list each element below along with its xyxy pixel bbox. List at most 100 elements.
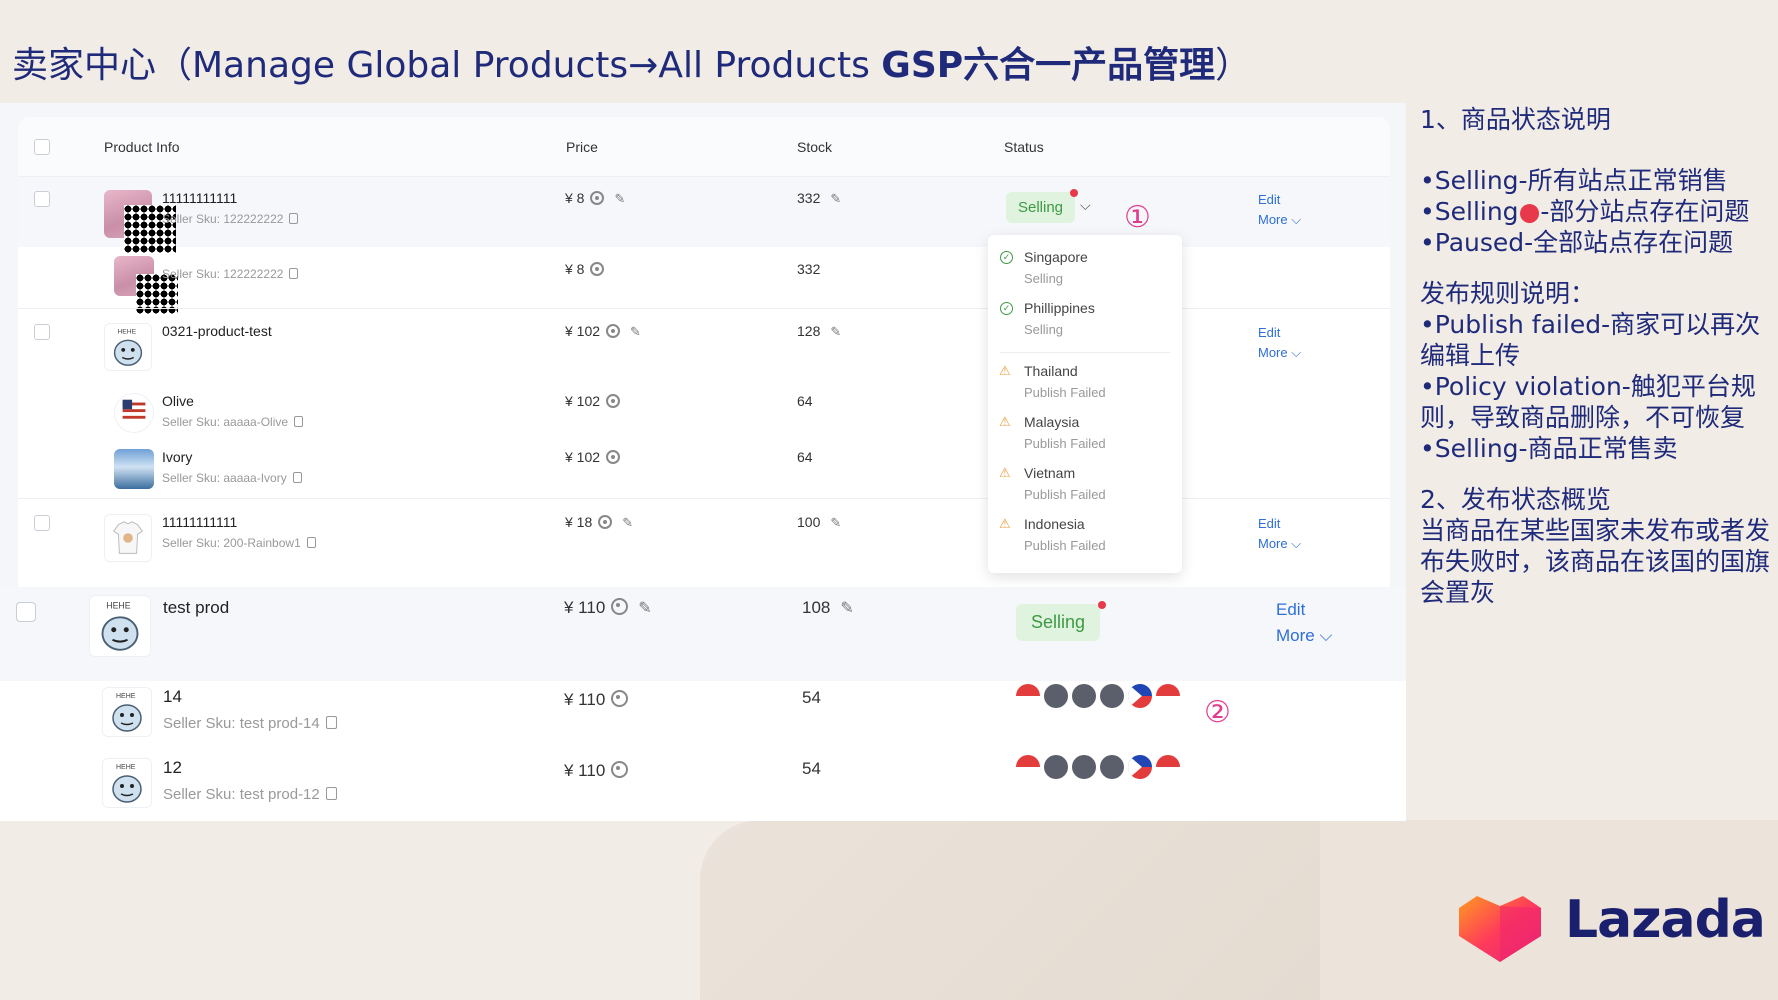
notes-panel: 1、商品状态说明 •Selling-所有站点正常销售 •Selling●-部分站… bbox=[1420, 104, 1770, 608]
note-selling-normal: •Selling-商品正常售卖 bbox=[1420, 434, 1678, 463]
copy-icon[interactable] bbox=[292, 472, 302, 483]
row-checkbox[interactable] bbox=[34, 515, 50, 531]
copy-icon[interactable] bbox=[325, 787, 337, 800]
product-stock: 100 ✎ bbox=[797, 514, 842, 531]
notes-heading-status: 1、商品状态说明 bbox=[1420, 105, 1611, 134]
chevron-down-icon[interactable]: ⌵ bbox=[1080, 197, 1091, 214]
note-paused: •Paused-全部站点存在问题 bbox=[1420, 228, 1734, 257]
product-name: 11111111111 bbox=[162, 190, 238, 206]
more-menu[interactable]: More ⌵ bbox=[1258, 536, 1301, 552]
row-checkbox[interactable] bbox=[34, 191, 50, 207]
row-checkbox[interactable] bbox=[34, 324, 50, 340]
more-menu[interactable]: More ⌵ bbox=[1258, 212, 1301, 228]
copy-icon[interactable] bbox=[289, 213, 299, 224]
seller-sku: Seller Sku: 122222222 bbox=[162, 212, 299, 226]
more-menu[interactable]: More ⌵ bbox=[1258, 345, 1301, 361]
background-shape bbox=[700, 820, 1320, 1000]
product-name: 11111111111 bbox=[162, 514, 238, 530]
status-dropdown: ✓ Singapore Selling ✓ Phillippines Selli… bbox=[988, 235, 1182, 573]
product-price: ¥ 18 ✎ bbox=[565, 514, 634, 531]
product-stock: 64 bbox=[797, 449, 813, 465]
status-badge[interactable]: Selling bbox=[1016, 604, 1101, 641]
dropdown-item[interactable]: ✓ Singapore Selling bbox=[1000, 249, 1088, 286]
edit-pencil-icon[interactable]: ✎ bbox=[830, 191, 841, 207]
select-all-checkbox[interactable] bbox=[34, 139, 50, 155]
gear-icon[interactable] bbox=[590, 191, 605, 205]
product-price: ¥ 102 bbox=[565, 449, 621, 465]
slide-title: 卖家中心（Manage Global Products→All Products… bbox=[12, 36, 1251, 88]
lazada-heart-icon bbox=[1459, 896, 1541, 962]
edit-link[interactable]: Edit bbox=[1276, 600, 1305, 620]
product-stock: 128 ✎ bbox=[797, 323, 842, 340]
edit-pencil-icon[interactable]: ✎ bbox=[622, 515, 633, 531]
row-checkbox[interactable] bbox=[16, 602, 36, 622]
title-suffix: ） bbox=[1215, 45, 1252, 86]
header-status: Status bbox=[1004, 139, 1044, 155]
product-stock: 332 ✎ bbox=[797, 190, 842, 207]
dropdown-item[interactable]: ✓ Phillippines Selling bbox=[1000, 300, 1095, 337]
product-stock: 332 bbox=[797, 261, 821, 277]
flag-greyed-icon bbox=[1044, 755, 1068, 779]
product-stock: 54 bbox=[802, 688, 821, 707]
lazada-wordmark: Lazada bbox=[1565, 890, 1766, 950]
status-alert-dot bbox=[1070, 189, 1078, 197]
flag-greyed-icon bbox=[1100, 755, 1124, 779]
notes-heading-rules: 发布规则说明： bbox=[1420, 279, 1596, 308]
variant-name: Olive bbox=[162, 393, 194, 409]
dropdown-divider bbox=[1000, 352, 1170, 353]
dropdown-item[interactable]: ⚠ Thailand Publish Failed bbox=[999, 363, 1106, 400]
edit-pencil-icon[interactable]: ✎ bbox=[840, 598, 853, 618]
edit-pencil-icon[interactable]: ✎ bbox=[830, 324, 841, 340]
callout-one: ① bbox=[1124, 201, 1151, 234]
gear-icon[interactable] bbox=[606, 450, 621, 464]
edit-pencil-icon[interactable]: ✎ bbox=[614, 191, 625, 207]
product-thumbnail[interactable]: HEHE bbox=[104, 323, 152, 371]
seller-sku: Seller Sku: aaaaa-Olive bbox=[162, 415, 304, 429]
title-prefix: 卖家中心（Manage Global Products→All Products bbox=[12, 45, 882, 86]
row-divider bbox=[18, 308, 1390, 309]
gear-icon[interactable] bbox=[590, 262, 605, 276]
title-bold: GSP六合一产品管理 bbox=[881, 45, 1216, 86]
product-thumbnail[interactable]: HEHE bbox=[89, 595, 151, 657]
edit-pencil-icon[interactable]: ✎ bbox=[830, 515, 841, 531]
variant-name: 14 bbox=[163, 687, 182, 706]
edit-link[interactable]: Edit bbox=[1258, 516, 1280, 531]
product-price: ¥ 102 bbox=[565, 393, 621, 409]
dropdown-item[interactable]: ⚠ Indonesia Publish Failed bbox=[999, 516, 1106, 553]
seller-sku: Seller Sku: 200-Rainbow1 bbox=[162, 536, 316, 550]
gear-icon[interactable] bbox=[611, 598, 629, 615]
dropdown-item[interactable]: ⚠ Vietnam Publish Failed bbox=[999, 465, 1106, 502]
edit-pencil-icon[interactable]: ✎ bbox=[630, 324, 641, 340]
notes-heading-overview: 2、发布状态概览 bbox=[1420, 485, 1611, 514]
edit-link[interactable]: Edit bbox=[1258, 192, 1280, 207]
flag-greyed-icon bbox=[1072, 755, 1096, 779]
callout-two: ② bbox=[1204, 696, 1231, 729]
gear-icon[interactable] bbox=[606, 394, 621, 408]
edit-pencil-icon[interactable]: ✎ bbox=[638, 598, 651, 618]
product-thumbnail: HEHE bbox=[102, 758, 152, 808]
edit-link[interactable]: Edit bbox=[1258, 325, 1280, 340]
svg-text:HEHE: HEHE bbox=[106, 601, 130, 611]
svg-text:HEHE: HEHE bbox=[116, 764, 136, 771]
copy-icon[interactable] bbox=[289, 268, 299, 279]
product-thumbnail[interactable] bbox=[104, 514, 152, 562]
product-name: test prod bbox=[163, 598, 230, 617]
seller-sku: Seller Sku: test prod-12 bbox=[163, 786, 337, 803]
copy-icon[interactable] bbox=[325, 716, 337, 729]
status-badge[interactable]: Selling bbox=[1006, 192, 1076, 223]
indonesia-flag-icon bbox=[1156, 684, 1180, 708]
gear-icon[interactable] bbox=[598, 515, 613, 529]
warning-icon: ⚠ bbox=[999, 414, 1011, 429]
gear-icon[interactable] bbox=[606, 324, 621, 338]
gear-icon[interactable] bbox=[611, 761, 629, 778]
seller-sku: Seller Sku: aaaaa-Ivory bbox=[162, 471, 302, 485]
header-price: Price bbox=[566, 139, 598, 155]
copy-icon[interactable] bbox=[294, 416, 304, 427]
more-menu[interactable]: More ⌵ bbox=[1276, 626, 1332, 646]
product-thumbnail: HEHE bbox=[102, 687, 152, 737]
copy-icon[interactable] bbox=[306, 537, 316, 548]
product-panel: Product Info Price Stock Status 11111111… bbox=[0, 103, 1406, 821]
gear-icon[interactable] bbox=[611, 690, 629, 707]
product-thumbnail bbox=[114, 393, 154, 433]
dropdown-item[interactable]: ⚠ Malaysia Publish Failed bbox=[999, 414, 1106, 451]
